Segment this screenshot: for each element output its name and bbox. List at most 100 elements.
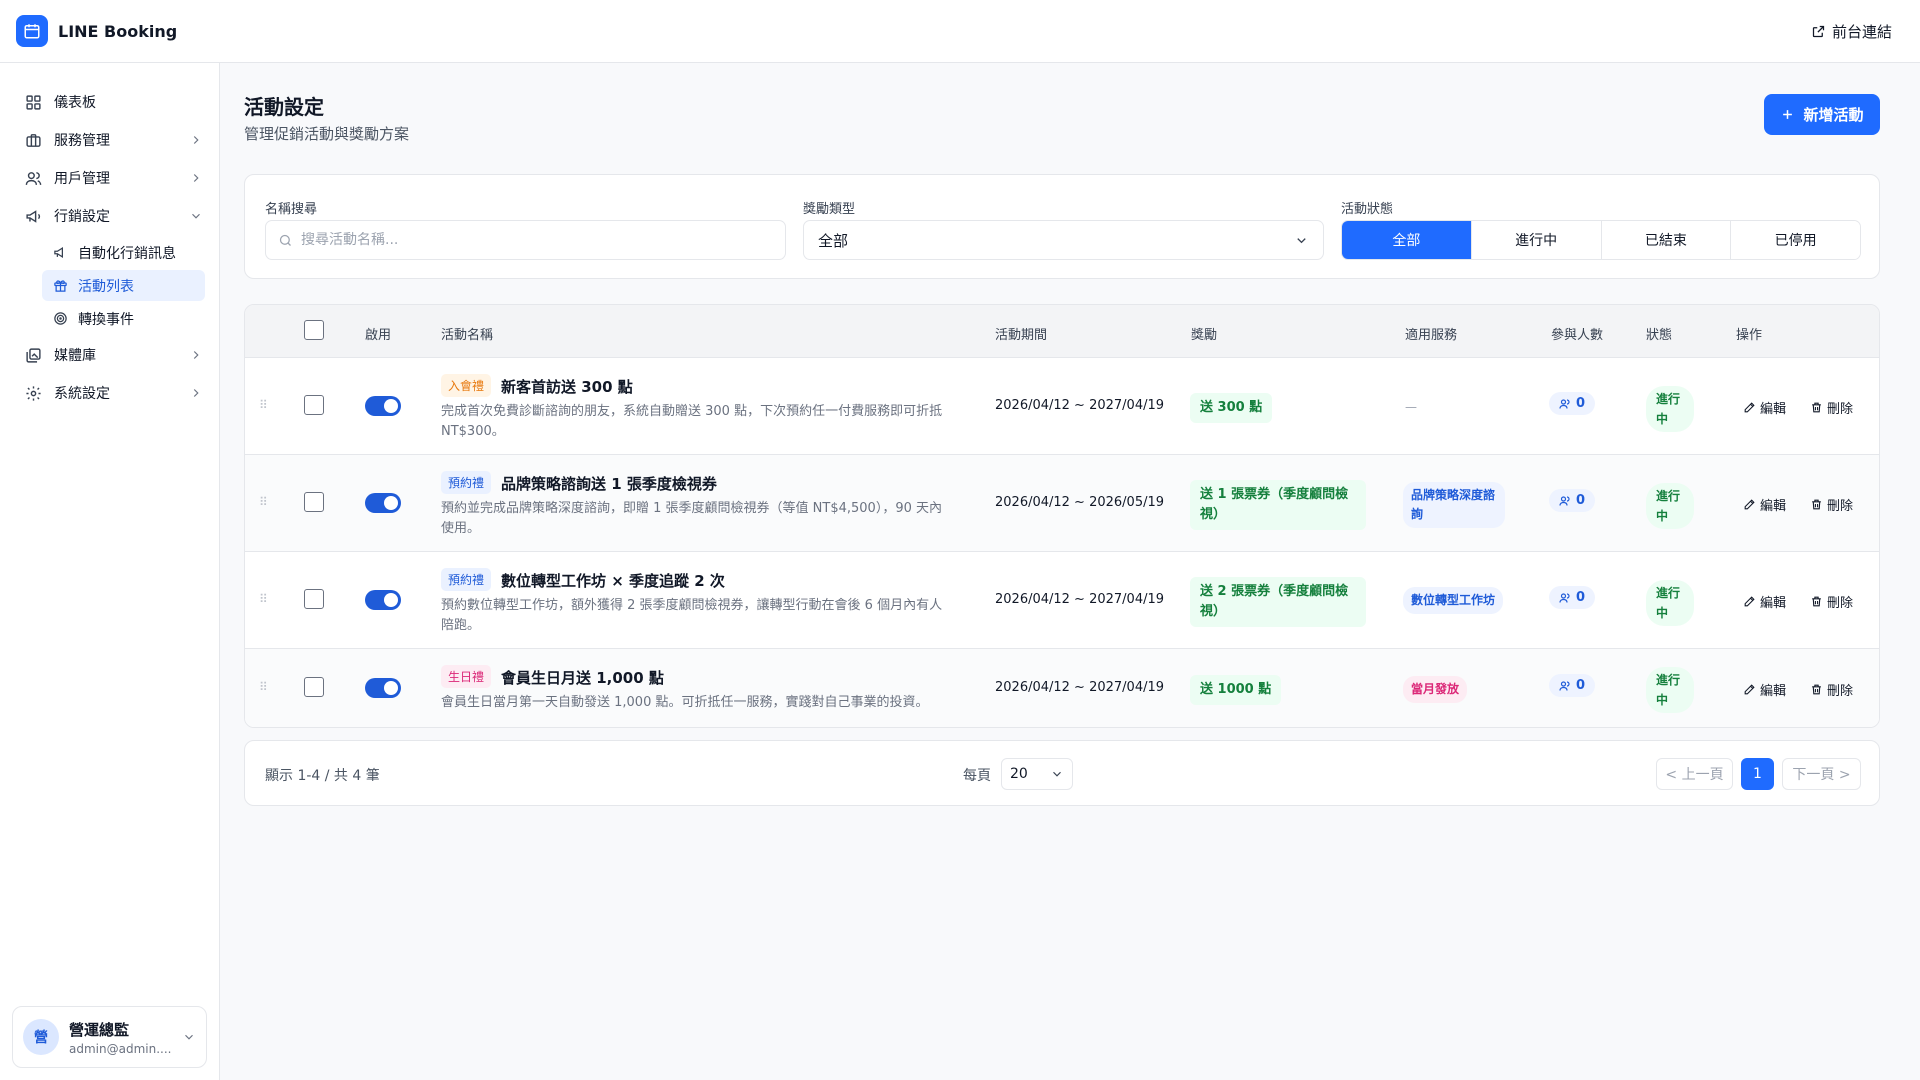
- row-checkbox[interactable]: [304, 492, 324, 512]
- per-page-select[interactable]: 20: [1001, 758, 1073, 790]
- row-checkbox[interactable]: [304, 677, 324, 697]
- category-tag: 預約禮: [441, 471, 492, 494]
- chevron-right-icon: [189, 386, 203, 400]
- delete-button[interactable]: 刪除: [1810, 680, 1853, 699]
- enable-toggle[interactable]: [365, 493, 401, 513]
- enable-toggle[interactable]: [365, 396, 401, 416]
- edit-label: 編輯: [1760, 596, 1787, 611]
- column-header: 活動期間: [995, 328, 1048, 343]
- campaign-description: 預約數位轉型工作坊，額外獲得 2 張季度顧問檢視券，讓轉型行動在會後 6 個月內…: [441, 598, 943, 633]
- reward-badge: 送 1000 點: [1190, 675, 1282, 705]
- sidebar-item-label: 媒體庫: [54, 348, 96, 364]
- megaphone-icon: [52, 245, 68, 261]
- table-row: ⠿ 預約禮 數位轉型工作坊 × 季度追蹤 2 次 預約數位轉型工作坊，額外獲得 …: [245, 552, 1879, 649]
- pencil-icon: [1743, 401, 1756, 414]
- edit-label: 編輯: [1760, 684, 1787, 699]
- edit-label: 編輯: [1760, 499, 1787, 514]
- enable-toggle[interactable]: [365, 590, 401, 610]
- status-filter-ended[interactable]: 已結束: [1601, 221, 1732, 259]
- campaign-description: 完成首次免費診斷諮詢的朋友，系統自動贈送 300 點，下次預約任一付費服務即可折…: [441, 404, 943, 439]
- sidebar-subitem-label: 轉換事件: [78, 311, 134, 328]
- user-menu[interactable]: 營 營運總監 admin@admin....: [12, 1006, 207, 1068]
- filter-panel: 名稱搜尋 獎勵類型 全部 活動狀態 全部 進行中 已結束 已停用: [244, 174, 1880, 279]
- enable-toggle[interactable]: [365, 678, 401, 698]
- prev-page-button[interactable]: < 上一頁: [1656, 758, 1733, 790]
- row-checkbox[interactable]: [304, 589, 324, 609]
- edit-button[interactable]: 編輯: [1743, 592, 1786, 611]
- edit-button[interactable]: 編輯: [1743, 680, 1786, 699]
- status-filter-active[interactable]: 進行中: [1471, 221, 1602, 259]
- participants-count: 0: [1576, 678, 1586, 693]
- chevron-down-icon: [189, 209, 203, 223]
- delete-button[interactable]: 刪除: [1810, 398, 1853, 417]
- sidebar-subitem-campaigns[interactable]: 活動列表: [42, 270, 205, 301]
- add-campaign-label: 新增活動: [1803, 107, 1864, 124]
- sidebar-item-marketing[interactable]: 行銷設定: [0, 197, 219, 235]
- search-input[interactable]: [301, 232, 761, 248]
- campaign-period: 2026/04/12 ~ 2026/05/19: [995, 495, 1165, 510]
- reward-badge: 送 1 張票券（季度顧問檢視）: [1190, 480, 1366, 530]
- page-number-1[interactable]: 1: [1741, 758, 1774, 790]
- service-badge: 當月發放: [1403, 676, 1468, 703]
- category-tag: 生日禮: [441, 665, 492, 688]
- participants-badge: 0: [1549, 674, 1596, 697]
- reward-type-label: 獎勵類型: [803, 202, 856, 217]
- trash-icon: [1810, 498, 1823, 511]
- edit-button[interactable]: 編輯: [1743, 398, 1786, 417]
- search-field[interactable]: [265, 220, 786, 260]
- select-all-checkbox[interactable]: [304, 320, 324, 340]
- status-filter-disabled[interactable]: 已停用: [1731, 221, 1860, 259]
- column-header: 啟用: [365, 328, 392, 343]
- front-link[interactable]: 前台連結: [1811, 21, 1892, 42]
- drag-handle-icon[interactable]: ⠿: [259, 495, 268, 509]
- chevron-right-icon: [189, 133, 203, 147]
- users-icon: [24, 169, 42, 187]
- sidebar-item-services[interactable]: 服務管理: [0, 121, 219, 159]
- drag-handle-icon[interactable]: ⠿: [259, 592, 268, 606]
- per-page-value: 20: [1010, 766, 1028, 782]
- drag-handle-icon[interactable]: ⠿: [259, 398, 268, 412]
- category-tag: 入會禮: [441, 374, 492, 397]
- reward-badge: 送 300 點: [1190, 393, 1273, 423]
- gift-icon: [52, 278, 68, 294]
- campaign-name: 數位轉型工作坊 × 季度追蹤 2 次: [501, 572, 725, 590]
- sidebar-item-media[interactable]: 媒體庫: [0, 336, 219, 374]
- sidebar-subitem-label: 活動列表: [78, 278, 134, 295]
- sidebar-item-label: 用戶管理: [54, 171, 110, 187]
- sidebar-subitem-automation[interactable]: 自動化行銷訊息: [42, 237, 205, 268]
- drag-handle-icon[interactable]: ⠿: [259, 680, 268, 694]
- edit-button[interactable]: 編輯: [1743, 495, 1786, 514]
- reward-type-select[interactable]: 全部: [803, 220, 1324, 260]
- sidebar-item-label: 系統設定: [54, 386, 110, 402]
- status-badge: 進行中: [1646, 667, 1694, 713]
- reward-type-value: 全部: [818, 231, 849, 250]
- status-filter-all[interactable]: 全部: [1342, 221, 1472, 259]
- campaign-name: 新客首訪送 300 點: [501, 378, 633, 396]
- row-checkbox[interactable]: [304, 395, 324, 415]
- table-row: ⠿ 預約禮 品牌策略諮詢送 1 張季度檢視券 預約並完成品牌策略深度諮詢，即贈 …: [245, 455, 1879, 552]
- pencil-icon: [1743, 498, 1756, 511]
- plus-icon: [1780, 107, 1795, 122]
- campaign-description: 會員生日當月第一天自動發送 1,000 點。可折抵任一服務，實踐對自己事業的投資…: [441, 695, 929, 710]
- page-subtitle: 管理促銷活動與獎勵方案: [244, 125, 410, 143]
- page-title: 活動設定: [244, 95, 324, 119]
- status-badge: 進行中: [1646, 580, 1694, 626]
- sidebar-subitem-conversion[interactable]: 轉換事件: [42, 303, 205, 334]
- sidebar-item-users[interactable]: 用戶管理: [0, 159, 219, 197]
- pagination-info: 顯示 1-4 / 共 4 筆: [265, 768, 380, 784]
- delete-label: 刪除: [1827, 402, 1854, 417]
- next-page-button[interactable]: 下一頁 >: [1782, 758, 1861, 790]
- sidebar-item-settings[interactable]: 系統設定: [0, 374, 219, 412]
- delete-button[interactable]: 刪除: [1810, 592, 1853, 611]
- top-bar: LINE Booking 前台連結: [0, 0, 1920, 63]
- add-campaign-button[interactable]: 新增活動: [1764, 94, 1880, 135]
- campaign-description: 預約並完成品牌策略深度諮詢，即贈 1 張季度顧問檢視券（等值 NT$4,500）…: [441, 501, 942, 536]
- campaign-period: 2026/04/12 ~ 2027/04/19: [995, 680, 1165, 695]
- search-icon: [278, 233, 293, 248]
- trash-icon: [1810, 595, 1823, 608]
- gear-icon: [24, 384, 42, 402]
- participants-badge: 0: [1549, 489, 1596, 512]
- sidebar-item-dashboard[interactable]: 儀表板: [0, 83, 219, 121]
- chevron-down-icon: [182, 1030, 196, 1044]
- delete-button[interactable]: 刪除: [1810, 495, 1853, 514]
